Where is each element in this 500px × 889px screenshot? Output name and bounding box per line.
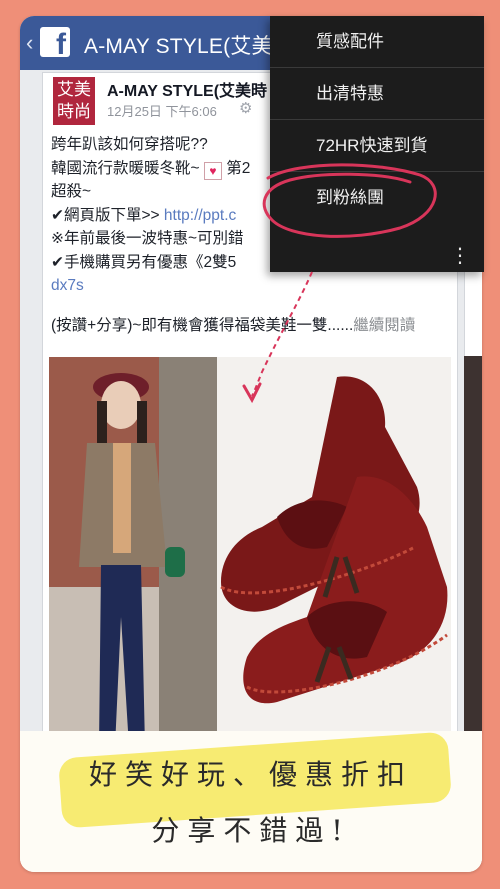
post-url-link-continued[interactable]: dx7s <box>51 274 451 298</box>
promo-banner: 好笑好玩、優惠折扣 分享不錯過! <box>20 731 482 872</box>
menu-item-fast-delivery[interactable]: 72HR快速到貨 <box>270 120 484 172</box>
model-photo <box>49 357 217 753</box>
menu-item-accessories[interactable]: 質感配件 <box>270 16 484 68</box>
banner-line-1: 好笑好玩、優惠折扣 <box>88 758 413 791</box>
privacy-globe-icon: ⚙ <box>239 100 253 117</box>
post-url-link[interactable]: http://ppt.c <box>164 207 236 224</box>
facebook-logo-icon[interactable]: f <box>40 27 70 57</box>
share-prompt: (按讚+分享)~即有機會獲得福袋美鞋一雙...... <box>51 317 354 334</box>
read-more-link[interactable]: 繼續閱讀 <box>353 317 415 334</box>
post-timestamp[interactable]: 12月25日 下午6:06 <box>107 101 217 120</box>
menu-item-fan-page[interactable]: 到粉絲團 <box>270 172 484 223</box>
share-text: (按讚+分享)~即有機會獲得福袋美鞋一雙......繼續閱讀 <box>51 313 415 335</box>
shoes-photo <box>217 357 451 753</box>
post-page-name[interactable]: A-MAY STYLE(艾美時 <box>107 77 267 101</box>
page-avatar[interactable]: 艾美 時尚 <box>53 77 95 125</box>
menu-item-clearance[interactable]: 出清特惠 <box>270 68 484 120</box>
next-post-photo-edge <box>464 356 482 756</box>
overflow-menu: 質感配件 出清特惠 72HR快速到貨 到粉絲團 ⋮ <box>270 16 484 272</box>
back-icon[interactable]: ‹ <box>26 30 33 56</box>
heart-emoji-icon: ♥ <box>203 161 222 180</box>
post-photo[interactable] <box>49 357 451 753</box>
more-options-icon[interactable]: ⋮ <box>450 246 470 266</box>
avatar-text: 艾美 時尚 <box>57 80 91 121</box>
banner-line-2: 分享不錯過! <box>151 814 351 847</box>
